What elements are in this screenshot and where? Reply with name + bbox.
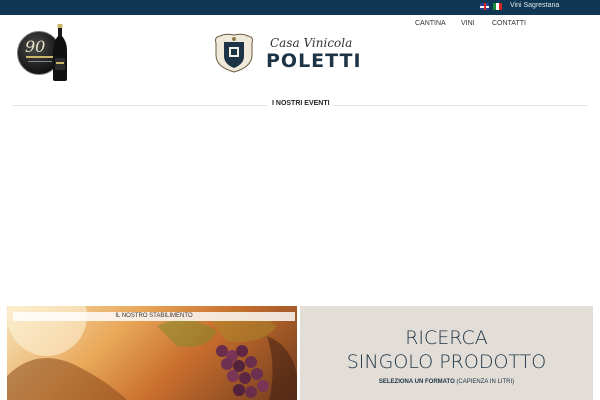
badge-number: 90: [25, 37, 46, 56]
italy-flag-icon[interactable]: [493, 3, 502, 10]
search-subtitle-strong: SELEZIONA UN FORMATO: [378, 379, 455, 385]
uk-flag-icon[interactable]: [480, 3, 489, 10]
logo-main[interactable]: POLETTI: [266, 50, 362, 72]
vini-sagrestana-link[interactable]: Vini Sagrestana: [510, 2, 559, 9]
badge-line: [28, 61, 52, 62]
search-title: RICERCA SINGOLO PRODOTTO: [346, 327, 547, 373]
divider-right: [333, 105, 588, 106]
product-search-panel[interactable]: RICERCA SINGOLO PRODOTTO SELEZIONA UN FO…: [300, 306, 593, 400]
badge-ribbon: [26, 56, 54, 58]
facility-label: IL NOSTRO STABILIMENTO: [13, 312, 295, 321]
winery-crest-icon[interactable]: [212, 33, 256, 73]
facility-panel[interactable]: IL NOSTRO STABILIMENTO: [7, 306, 297, 400]
search-subtitle: SELEZIONA UN FORMATO (CAPIENZA IN LITRI): [300, 379, 593, 385]
top-bar: Vini Sagrestana: [0, 0, 600, 15]
events-section-title: I NOSTRI EVENTI: [272, 100, 330, 107]
search-subtitle-rest: (CAPIENZA IN LITRI): [454, 379, 515, 385]
divider-left: [12, 105, 267, 106]
wine-bottle-icon: [53, 24, 67, 81]
nav-item-cantina[interactable]: CANTINA: [415, 20, 446, 27]
logo-script: Casa Vinicola: [270, 36, 353, 50]
nav-item-contatti[interactable]: CONTATTI: [492, 20, 526, 27]
nav-item-vini[interactable]: VINI: [461, 20, 475, 27]
